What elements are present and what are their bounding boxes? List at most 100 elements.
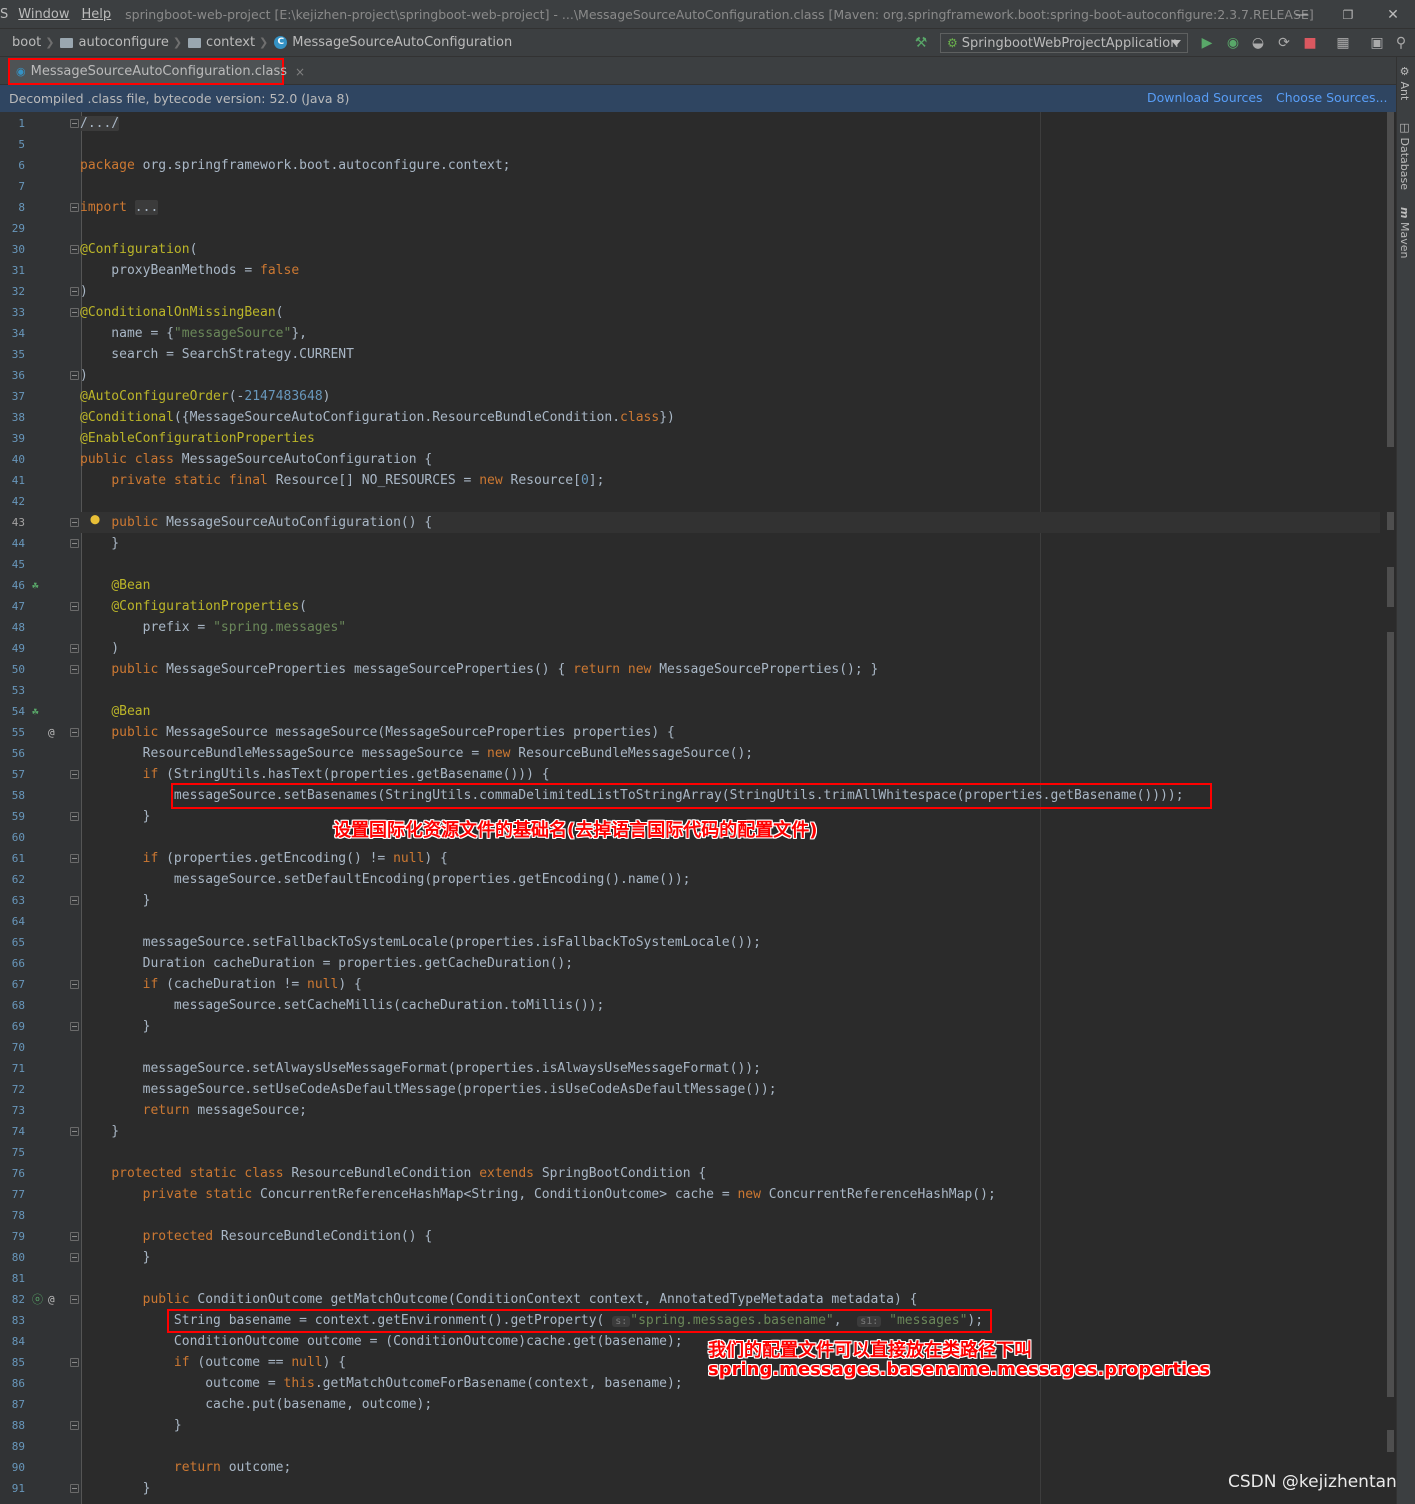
line-number-gutter[interactable]: 1 5 6 7 8 29 30 31 32 33 34 35 36 37 38 39 40 41 42 43 44 45 4… [0,112,82,1504]
gutter-line[interactable]: 54 ☘ [0,701,82,722]
fold-marker-icon[interactable] [70,854,79,863]
code-line[interactable]: public class MessageSourceAutoConfigurat… [80,449,1380,470]
code-line[interactable] [80,491,1380,512]
minimize-button[interactable]: — [1279,0,1325,29]
fold-marker-icon[interactable] [70,1421,79,1430]
code-line[interactable] [80,1436,1380,1457]
gutter-line[interactable]: 44 [0,533,82,554]
gutter-line[interactable]: 58 [0,785,82,806]
code-line[interactable]: messageSource.setAlwaysUseMessageFormat(… [80,1058,1380,1079]
code-line[interactable]: messageSource.setDefaultEncoding(propert… [80,869,1380,890]
code-line[interactable] [80,1205,1380,1226]
override-icon[interactable]: ⓞ [32,1289,43,1310]
gutter-line[interactable]: 74 [0,1121,82,1142]
bean-icon[interactable]: ☘ [32,575,39,596]
fold-marker-icon[interactable] [70,539,79,548]
download-sources-link[interactable]: Download Sources [1147,90,1263,105]
gutter-line[interactable]: 35 [0,344,82,365]
tool-window-database[interactable]: ◫ Database [1398,121,1411,190]
gutter-line[interactable]: 45 [0,554,82,575]
code-line[interactable]: private static ConcurrentReferenceHashMa… [80,1184,1380,1205]
gutter-line[interactable]: 77 [0,1184,82,1205]
code-line[interactable]: messageSource.setUseCodeAsDefaultMessage… [80,1079,1380,1100]
gutter-line[interactable]: 5 [0,134,82,155]
fold-marker-icon[interactable] [70,518,79,527]
code-line[interactable]: name = {"messageSource"}, [80,323,1380,344]
gutter-line[interactable]: 66 [0,953,82,974]
gutter-line[interactable]: 86 [0,1373,82,1394]
menu-item-help[interactable]: Help [76,7,118,22]
gutter-line[interactable]: 57 [0,764,82,785]
code-line[interactable]: @EnableConfigurationProperties [80,428,1380,449]
gutter-line[interactable]: 63 [0,890,82,911]
gutter-line[interactable]: 49 [0,638,82,659]
gutter-line[interactable]: 32 [0,281,82,302]
code-line[interactable]: @AutoConfigureOrder(-2147483648) [80,386,1380,407]
gutter-line[interactable]: 37 [0,386,82,407]
fold-marker-icon[interactable] [70,770,79,779]
code-line[interactable]: ) [80,638,1380,659]
code-line[interactable]: private static final Resource[] NO_RESOU… [80,470,1380,491]
code-line[interactable]: protected static class ResourceBundleCon… [80,1163,1380,1184]
code-line[interactable]: if (StringUtils.hasText(properties.getBa… [80,764,1380,785]
gutter-line[interactable]: 75 [0,1142,82,1163]
gutter-line[interactable]: 82 ⓞ @ [0,1289,82,1310]
maximize-button[interactable]: ❐ [1325,0,1371,29]
fold-marker-icon[interactable] [70,644,79,653]
gutter-line[interactable]: 6 [0,155,82,176]
code-line[interactable]: } [80,1247,1380,1268]
gutter-line[interactable]: 39 [0,428,82,449]
tool-window-ant[interactable]: ⚙ Ant [1398,65,1411,100]
code-line[interactable]: return messageSource; [80,1100,1380,1121]
code-line[interactable]: @Conditional({MessageSourceAutoConfigura… [80,407,1380,428]
fold-marker-icon[interactable] [70,812,79,821]
coverage-icon[interactable]: ◒ [1249,34,1267,52]
code-line[interactable]: package org.springframework.boot.autocon… [80,155,1380,176]
search-icon[interactable]: ⚲ [1392,34,1410,52]
fold-marker-icon[interactable] [70,1295,79,1304]
run-icon[interactable]: ▶ [1198,34,1216,52]
gutter-line[interactable]: 29 [0,218,82,239]
tool-window-maven[interactable]: m Maven [1398,207,1411,258]
gutter-line[interactable]: 85 [0,1352,82,1373]
code-line[interactable]: messageSource.setFallbackToSystemLocale(… [80,932,1380,953]
gutter-line[interactable]: 90 [0,1457,82,1478]
code-line[interactable]: } [80,1121,1380,1142]
gutter-line[interactable]: 7 [0,176,82,197]
code-line[interactable] [80,176,1380,197]
gutter-line[interactable]: 8 [0,197,82,218]
menu-item-s[interactable]: S [0,7,12,22]
fold-marker-icon[interactable] [70,1358,79,1367]
code-line[interactable]: public MessageSource messageSource(Messa… [80,722,1380,743]
code-line[interactable]: ) [80,365,1380,386]
lightbulb-icon[interactable]: ⬤ [90,515,100,525]
profile-icon[interactable]: ⟳ [1275,34,1293,52]
gutter-line[interactable]: 31 [0,260,82,281]
gutter-line[interactable]: 89 [0,1436,82,1457]
gutter-line[interactable]: 55 @ [0,722,82,743]
breadcrumb-class[interactable]: C MessageSourceAutoConfiguration [274,35,512,50]
project-structure-icon[interactable]: ▦ [1334,34,1352,52]
gutter-line[interactable]: 53 [0,680,82,701]
gutter-line[interactable]: 71 [0,1058,82,1079]
gutter-line[interactable]: 70 [0,1037,82,1058]
gutter-line[interactable]: 60 [0,827,82,848]
gutter-line[interactable]: 34 [0,323,82,344]
breadcrumb-boot[interactable]: boot ❯ [0,35,58,50]
code-line[interactable]: /.../ [80,113,1380,134]
code-line[interactable]: ResourceBundleMessageSource messageSourc… [80,743,1380,764]
gutter-line[interactable]: 62 [0,869,82,890]
gutter-line[interactable]: 87 [0,1394,82,1415]
gutter-line[interactable]: 47 [0,596,82,617]
gutter-line[interactable]: 69 [0,1016,82,1037]
code-line[interactable]: @Bean [80,575,1380,596]
debug-icon[interactable]: ◉ [1224,34,1242,52]
code-line[interactable]: messageSource.setCacheMillis(cacheDurati… [80,995,1380,1016]
gutter-line[interactable]: 36 [0,365,82,386]
code-line[interactable] [80,1037,1380,1058]
code-line[interactable]: search = SearchStrategy.CURRENT [80,344,1380,365]
fold-marker-icon[interactable] [70,308,79,317]
code-line[interactable]: prefix = "spring.messages" [80,617,1380,638]
gutter-line[interactable]: 72 [0,1079,82,1100]
gutter-line[interactable]: 56 [0,743,82,764]
